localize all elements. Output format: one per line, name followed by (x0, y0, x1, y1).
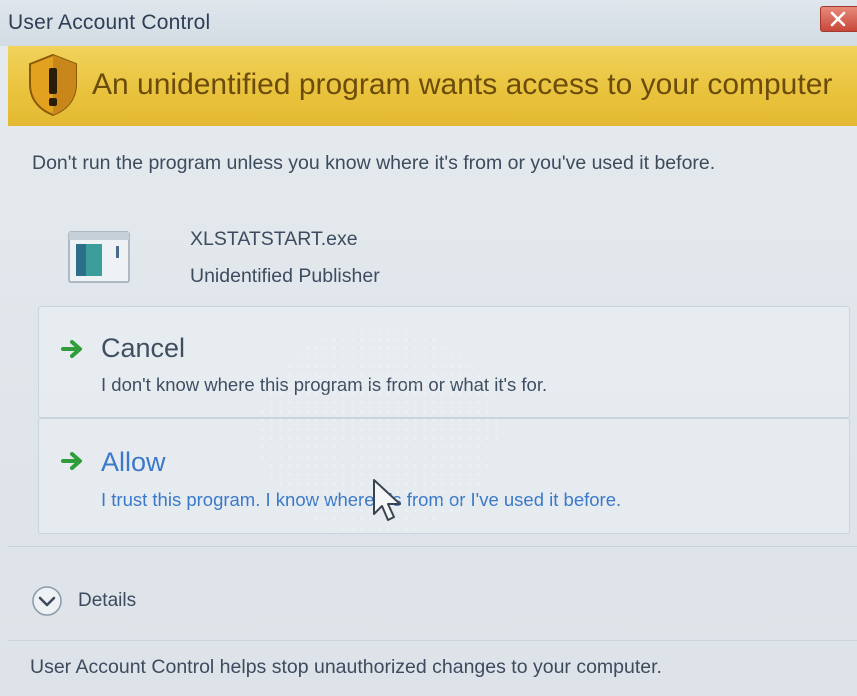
warning-message: Don't run the program unless you know wh… (32, 152, 716, 174)
title-bar[interactable]: User Account Control (0, 0, 857, 46)
arrow-right-icon (61, 452, 82, 470)
shield-warning-icon (29, 53, 77, 117)
close-button[interactable] (820, 6, 857, 32)
arrow-right-icon (61, 340, 82, 358)
allow-description: I trust this program. I know where it's … (101, 489, 622, 510)
uac-dialog: User Account Control An unidentified pro… (0, 0, 857, 696)
footer-divider (8, 640, 857, 641)
cancel-label: Cancel (101, 333, 186, 363)
footer-text: User Account Control helps stop unauthor… (30, 656, 662, 678)
window-title: User Account Control (8, 11, 211, 34)
program-publisher: Unidentified Publisher (190, 265, 380, 287)
divider (8, 546, 857, 547)
chevron-down-icon (32, 586, 62, 616)
close-icon (830, 11, 846, 27)
allow-option[interactable]: Allow I trust this program. I know where… (38, 418, 850, 534)
cancel-description: I don't know where this program is from … (101, 374, 548, 395)
program-name: XLSTATSTART.exe (190, 228, 358, 250)
allow-label: Allow (101, 447, 166, 477)
dialog-content: Don't run the program unless you know wh… (8, 126, 857, 696)
banner-heading: An unidentified program wants access to … (92, 68, 833, 101)
details-label: Details (78, 590, 137, 611)
application-icon (68, 231, 130, 283)
warning-banner: An unidentified program wants access to … (8, 46, 857, 126)
cancel-option[interactable]: Cancel I don't know where this program i… (38, 306, 850, 418)
mouse-cursor-icon (373, 479, 401, 521)
